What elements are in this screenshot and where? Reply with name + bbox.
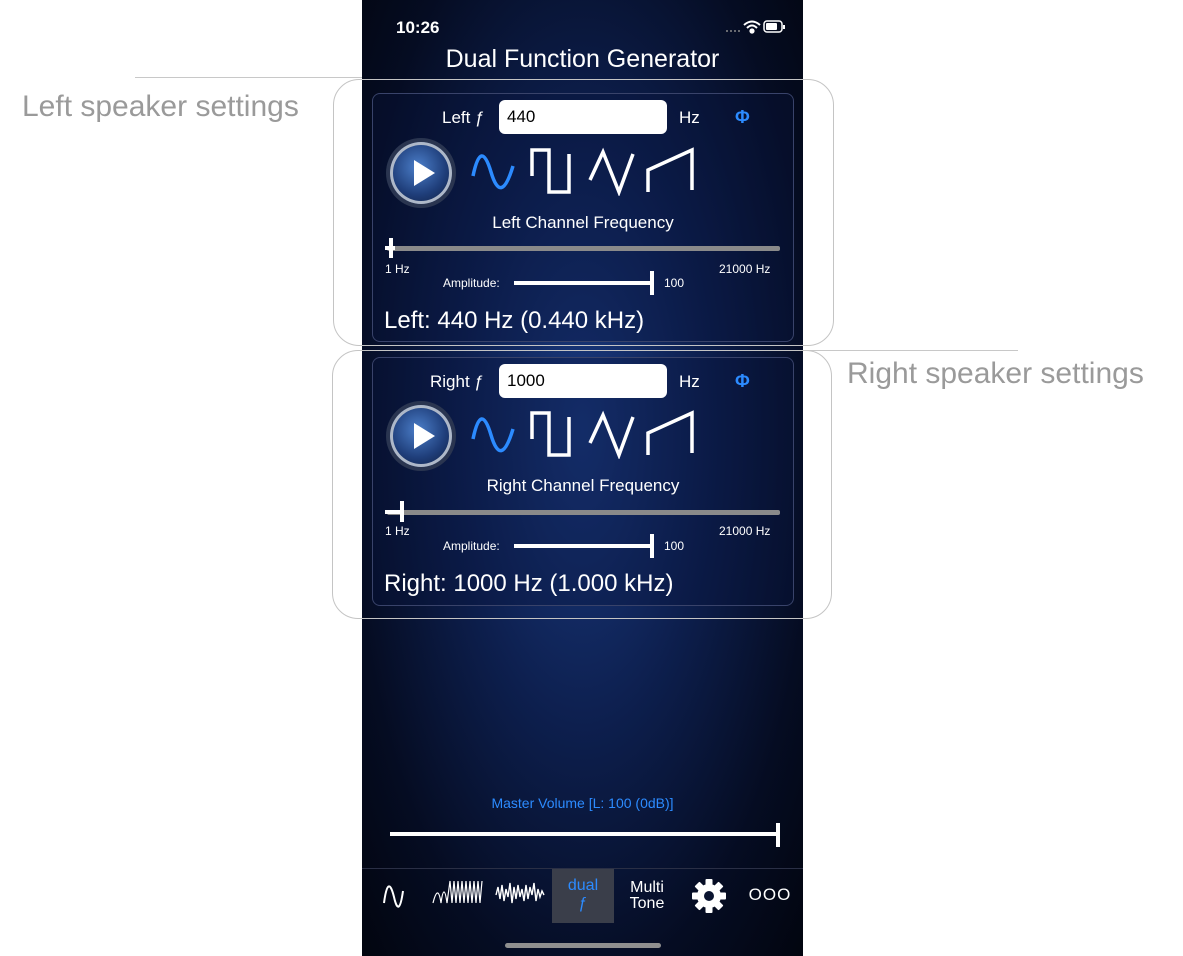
tab-single-tone[interactable] [374,869,414,923]
tab-settings[interactable] [688,869,728,923]
status-icons [725,19,785,40]
master-volume-label: Master Volume [L: 100 (0dB)] [491,795,674,811]
tab-sweep[interactable] [430,869,488,923]
signal-dots-icon [726,30,740,32]
sweep-tab-icon [432,880,483,904]
master-volume-slider[interactable] [390,832,779,836]
tab-multi-label-bottom: Tone [629,895,665,912]
tab-more[interactable]: OOO [744,869,796,923]
home-indicator[interactable] [505,943,661,948]
right-callout-box [332,350,832,619]
right-callout-text: Right speaker settings [847,357,1144,390]
gear-icon [692,879,726,913]
tab-dual-label-bottom: ƒ [578,895,588,912]
wifi-icon [743,20,761,34]
noise-tab-icon [495,882,545,904]
left-callout-box [333,79,834,346]
tab-multitone[interactable]: Multi Tone [620,869,676,923]
tab-multi-label-top: Multi [630,879,664,896]
status-time: 10:26 [396,18,440,37]
tab-dual[interactable]: dual ƒ [552,869,614,923]
tab-noise[interactable] [492,869,550,923]
battery-icon [763,20,785,33]
app-title: Dual Function Generator [445,45,720,73]
tab-dual-label-top: dual [567,877,599,894]
master-volume-thumb[interactable] [776,823,780,847]
status-bar: 10:26 [362,0,803,44]
sine-tab-icon [383,885,404,908]
tab-bar: dual ƒ Multi Tone OOO [362,868,803,925]
left-callout-text: Left speaker settings [22,90,299,123]
more-icon: OOO [748,885,792,904]
